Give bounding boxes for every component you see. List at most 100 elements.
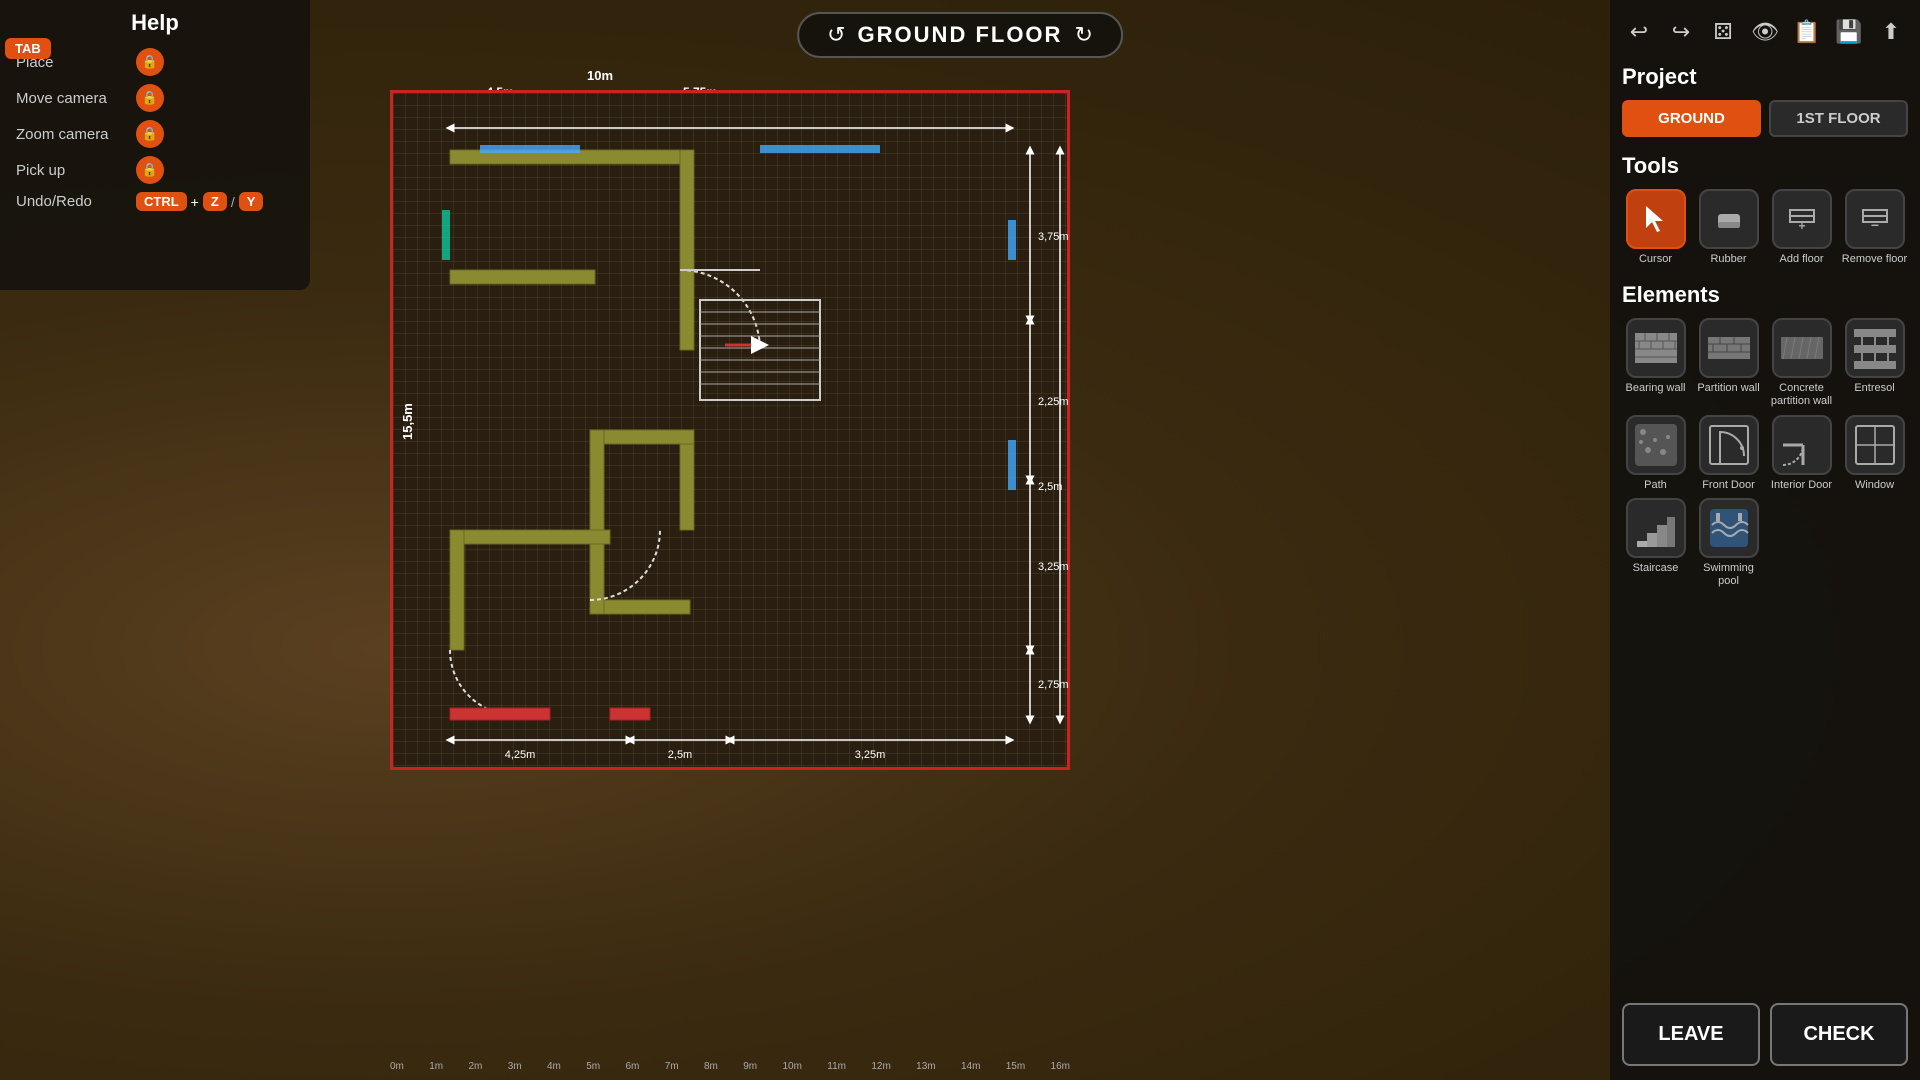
canvas-area[interactable]: 10m 4,5m 5,75m [310, 60, 1610, 1080]
help-title: Help [16, 10, 294, 36]
concrete-partition-icon [1772, 318, 1832, 378]
check-button[interactable]: CHECK [1770, 1003, 1908, 1066]
svg-text:4,25m: 4,25m [505, 749, 536, 761]
svg-text:3,25m: 3,25m [855, 749, 886, 761]
floor-title: GROUND FLOOR [858, 22, 1063, 48]
undo-icon[interactable]: ↩ [1622, 14, 1656, 50]
tab-button[interactable]: TAB [5, 38, 51, 59]
bottom-buttons: LEAVE CHECK [1622, 1003, 1908, 1066]
help-label-zoom: Zoom camera [16, 126, 126, 143]
key-y: Y [239, 192, 264, 211]
svg-text:2,5m: 2,5m [1038, 481, 1062, 493]
concrete-partition-label: Concrete partition wall [1768, 382, 1835, 408]
front-door-label: Front Door [1702, 479, 1755, 492]
element-window[interactable]: Window [1841, 415, 1908, 492]
interior-door-label: Interior Door [1771, 479, 1832, 492]
window-icon [1845, 415, 1905, 475]
interior-door-icon [1772, 415, 1832, 475]
staircase-icon [1626, 498, 1686, 558]
svg-text:15,5m: 15,5m [400, 403, 415, 440]
top-title-bar: ↺ GROUND FLOOR ↻ [797, 12, 1123, 58]
top-toolbar: ↩ ↪ ⚄ 👁 📋 💾 ⬆ [1622, 14, 1908, 50]
clipboard-icon[interactable]: 📋 [1790, 14, 1824, 50]
key-plus: + [191, 194, 199, 210]
svg-text:2,25m: 2,25m [1038, 396, 1069, 408]
element-front-door[interactable]: Front Door [1695, 415, 1762, 492]
swimming-pool-icon [1699, 498, 1759, 558]
help-label-undo: Undo/Redo [16, 193, 126, 210]
save-icon[interactable]: 💾 [1832, 14, 1866, 50]
element-entresol[interactable]: Entresol [1841, 318, 1908, 408]
remove-floor-icon-box: − [1845, 189, 1905, 249]
eye-icon[interactable]: 👁 [1748, 14, 1782, 50]
ruler-bottom: 0m 1m 2m 3m 4m 5m 6m 7m 8m 9m 10m 11m 12… [390, 1061, 1070, 1072]
bearing-wall-label: Bearing wall [1626, 382, 1686, 395]
partition-wall-icon [1699, 318, 1759, 378]
first-floor-button[interactable]: 1ST FLOOR [1769, 100, 1908, 137]
refresh-right-icon[interactable]: ↻ [1074, 22, 1092, 48]
project-title: Project [1622, 64, 1908, 90]
rubber-icon-box [1699, 189, 1759, 249]
help-row-undo: Undo/Redo CTRL + Z / Y [16, 192, 294, 211]
svg-text:2,75m: 2,75m [1038, 679, 1069, 691]
element-swimming-pool[interactable]: Swimming pool [1695, 498, 1762, 588]
svg-text:−: − [1870, 217, 1878, 233]
dice-icon[interactable]: ⚄ [1706, 14, 1740, 50]
staircase-label: Staircase [1633, 562, 1679, 575]
svg-text:+: + [1798, 219, 1805, 233]
svg-text:2,5m: 2,5m [668, 749, 692, 761]
rubber-label: Rubber [1710, 253, 1746, 266]
element-concrete-partition[interactable]: Concrete partition wall [1768, 318, 1835, 408]
elements-title: Elements [1622, 282, 1908, 308]
dim-top-total: 10m [587, 68, 613, 83]
element-partition-wall[interactable]: Partition wall [1695, 318, 1762, 408]
tool-cursor[interactable]: Cursor [1622, 189, 1689, 266]
ground-floor-button[interactable]: GROUND [1622, 100, 1761, 137]
key-slash: / [231, 194, 235, 210]
cursor-icon-box [1626, 189, 1686, 249]
svg-text:3,25m: 3,25m [1038, 561, 1069, 573]
help-key-pickup: 🔒 [136, 156, 164, 184]
help-label-pickup: Pick up [16, 162, 126, 179]
key-z: Z [203, 192, 227, 211]
partition-wall-label: Partition wall [1697, 382, 1759, 395]
entresol-icon [1845, 318, 1905, 378]
entresol-label: Entresol [1854, 382, 1894, 395]
tool-remove-floor[interactable]: − Remove floor [1841, 189, 1908, 266]
svg-text:3,75m: 3,75m [1038, 231, 1069, 243]
element-interior-door[interactable]: Interior Door [1768, 415, 1835, 492]
path-icon [1626, 415, 1686, 475]
front-door-icon [1699, 415, 1759, 475]
help-key-place: 🔒 [136, 48, 164, 76]
tools-title: Tools [1622, 153, 1908, 179]
element-staircase[interactable]: Staircase [1622, 498, 1689, 588]
refresh-left-icon[interactable]: ↺ [827, 22, 845, 48]
floor-plan-svg: 15,5m 14m 3,75m 2,25m 3,25m 2,75m 2,5m 4… [390, 90, 1070, 770]
cursor-label: Cursor [1639, 253, 1672, 266]
window-label: Window [1855, 479, 1894, 492]
redo-icon[interactable]: ↪ [1664, 14, 1698, 50]
leave-button[interactable]: LEAVE [1622, 1003, 1760, 1066]
tool-add-floor[interactable]: + Add floor [1768, 189, 1835, 266]
help-label-move: Move camera [16, 90, 126, 107]
help-row-zoom: Zoom camera 🔒 [16, 120, 294, 148]
element-bearing-wall[interactable]: Bearing wall [1622, 318, 1689, 408]
element-path[interactable]: Path [1622, 415, 1689, 492]
key-combo-undo: CTRL + Z / Y [136, 192, 263, 211]
path-label: Path [1644, 479, 1667, 492]
swimming-pool-label: Swimming pool [1695, 562, 1762, 588]
key-ctrl: CTRL [136, 192, 187, 211]
help-key-zoom: 🔒 [136, 120, 164, 148]
right-panel: ↩ ↪ ⚄ 👁 📋 💾 ⬆ Project GROUND 1ST FLOOR T… [1610, 0, 1920, 1080]
tools-grid: Cursor Rubber + Add floor [1622, 189, 1908, 266]
help-row-move: Move camera 🔒 [16, 84, 294, 112]
remove-floor-label: Remove floor [1842, 253, 1907, 266]
help-row-pickup: Pick up 🔒 [16, 156, 294, 184]
elements-grid: Bearing wall Partition wall [1622, 318, 1908, 588]
tool-rubber[interactable]: Rubber [1695, 189, 1762, 266]
add-floor-icon-box: + [1772, 189, 1832, 249]
add-floor-label: Add floor [1779, 253, 1823, 266]
help-key-move: 🔒 [136, 84, 164, 112]
upload-icon[interactable]: ⬆ [1874, 14, 1908, 50]
floor-buttons: GROUND 1ST FLOOR [1622, 100, 1908, 137]
